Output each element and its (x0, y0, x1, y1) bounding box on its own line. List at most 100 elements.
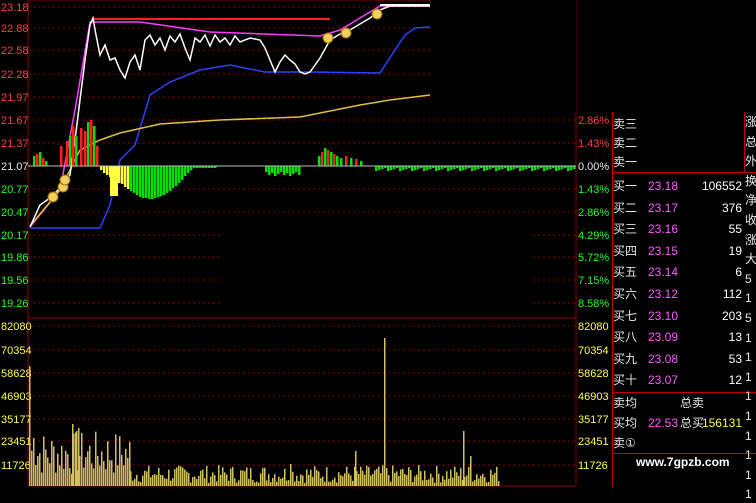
bid-label: 买九 (613, 351, 638, 366)
volume-tick-label-left: 23451 (1, 436, 32, 448)
macd-bar-down (190, 166, 193, 170)
percent-tick-label: 1.43% (578, 184, 609, 196)
volume-bar (206, 465, 208, 486)
bid-label: 买七 (613, 308, 638, 323)
macd-bar-down (178, 166, 181, 183)
volume-bar (170, 480, 172, 486)
macd-bar-up (340, 158, 343, 166)
volume-bar (228, 480, 230, 486)
bid-row[interactable]: 买二 23.17 376 (612, 198, 756, 218)
volume-bar (224, 472, 226, 486)
volume-bar (53, 446, 55, 486)
macd-bar-small (531, 166, 534, 171)
volume-bar (192, 477, 194, 486)
volume-tick-label-right: 82080 (578, 321, 609, 333)
macd-bar-down (157, 166, 160, 197)
volume-bar (111, 460, 113, 486)
volume-bar (184, 469, 186, 486)
percent-tick-label: 5.72% (578, 252, 609, 264)
side-label: 大 (745, 252, 756, 267)
volume-bar (264, 467, 266, 486)
ask-row[interactable]: 卖三 (612, 114, 756, 134)
volume-bar (146, 471, 148, 486)
volume-bar (474, 480, 476, 486)
volume-tick-label-right: 35177 (578, 414, 609, 426)
volume-bar (386, 468, 388, 486)
macd-bar-small (495, 166, 498, 171)
volume-bar (456, 472, 458, 486)
volume-bar (330, 481, 332, 486)
side-label: 1 (745, 369, 752, 384)
volume-bar (314, 466, 316, 486)
volume-bar (410, 470, 412, 486)
ask-label: 卖一 (613, 155, 638, 169)
volume-bar (119, 436, 121, 486)
bid-row[interactable]: 买九 23.08 53 (612, 349, 756, 369)
volume-bar (101, 451, 103, 486)
volume-bar (380, 473, 382, 486)
bid-row[interactable]: 买一 23.18 106552 (612, 176, 756, 196)
side-label: 涨 (745, 232, 756, 247)
volume-bar (488, 481, 490, 486)
bid-row[interactable]: 买三 23.16 55 (612, 219, 756, 239)
price-tick-label: 21.67 (1, 115, 29, 127)
macd-bar-down (118, 166, 121, 183)
bid-row[interactable]: 买五 23.14 6 (612, 262, 756, 282)
bid-price: 23.17 (648, 200, 679, 215)
volume-bar (107, 441, 109, 486)
volume-bar (452, 477, 454, 486)
macd-bar-down (121, 166, 124, 184)
volume-bar (218, 465, 220, 486)
volume-bar (65, 450, 67, 486)
side-label: 1 (745, 467, 752, 482)
volume-bar (164, 478, 166, 486)
macd-bar-down (184, 166, 187, 176)
macd-bar-up (39, 152, 42, 166)
volume-bar (382, 465, 384, 486)
bid-row[interactable]: 买十 23.07 12 (612, 370, 756, 390)
macd-bar-down (166, 166, 169, 193)
volume-bar (78, 428, 80, 486)
ask-row[interactable]: 卖二 (612, 133, 756, 153)
price-tick-label: 20.47 (1, 207, 29, 219)
volume-bar (127, 457, 129, 486)
bid-row[interactable]: 买八 23.09 13 (612, 327, 756, 347)
volume-bar (272, 477, 274, 486)
percent-tick-label: 1.43% (578, 138, 609, 150)
bid-price: 23.08 (648, 351, 679, 366)
volume-bar (176, 467, 178, 486)
bid-row[interactable]: 买六 23.12 112 (612, 284, 756, 304)
volume-bar (448, 478, 450, 486)
volume-bar (240, 470, 242, 486)
volume-bar (298, 481, 300, 486)
volume-bar (344, 473, 346, 486)
macd-bar-small (534, 166, 537, 170)
volume-bar (190, 482, 192, 486)
volume-bar (424, 470, 426, 486)
volume-bar (186, 471, 188, 486)
volume-bar (472, 481, 474, 486)
volume-bar (43, 436, 45, 486)
volume-bar (242, 470, 244, 486)
volume-bar (454, 466, 456, 486)
volume-bar (396, 471, 398, 486)
macd-bar-down (136, 166, 139, 195)
volume-bar (258, 482, 260, 486)
side-label: 收 (745, 213, 756, 227)
volume-bar (428, 479, 430, 486)
volume-bar (178, 465, 180, 486)
macd-bar-down (298, 166, 301, 175)
price-tick-label: 19.26 (1, 298, 29, 310)
macd-bar-up (330, 152, 333, 166)
macd-bar-down (274, 166, 277, 176)
side-label: 5 (745, 311, 752, 325)
volume-tick-label-right: 11726 (578, 460, 608, 472)
ask-row[interactable]: 卖一 (612, 152, 756, 172)
volume-bar (204, 478, 206, 486)
macd-bar-small (438, 166, 441, 170)
macd-bar-small (411, 166, 414, 171)
volume-bar (83, 467, 85, 486)
volume-bar (312, 476, 314, 486)
bid-row[interactable]: 买七 23.10 203 (612, 306, 756, 326)
bid-row[interactable]: 买四 23.15 19 (612, 241, 756, 261)
